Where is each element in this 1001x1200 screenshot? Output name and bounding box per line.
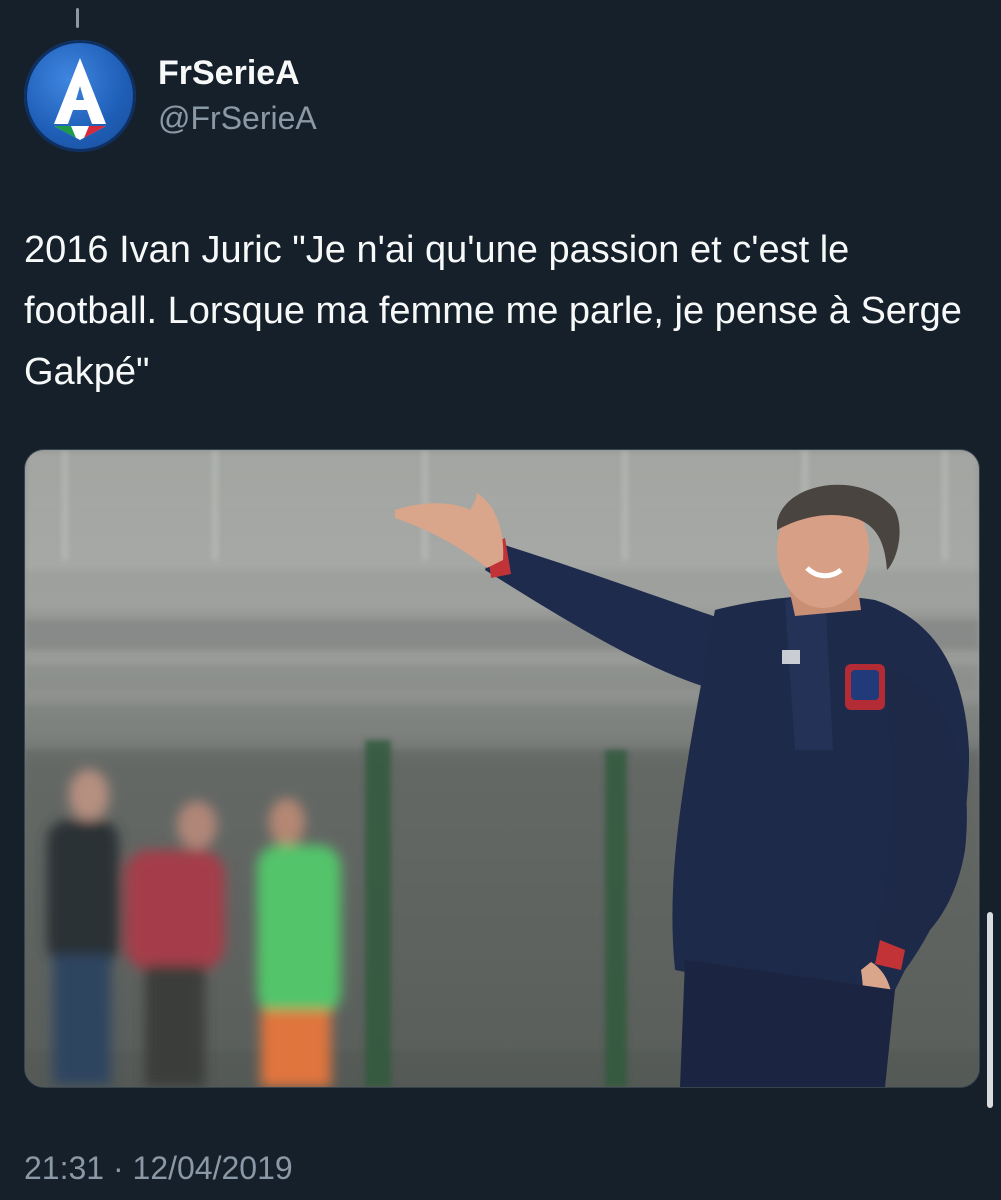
tweet-photo[interactable] — [24, 449, 980, 1088]
tweet-timestamp[interactable]: 21:31 · 12/04/2019 — [24, 1150, 293, 1187]
scroll-indicator-tick — [76, 8, 79, 28]
author-avatar[interactable] — [24, 40, 136, 152]
tweet-time: 21:31 — [24, 1150, 105, 1186]
author-display-name[interactable]: FrSerieA — [158, 54, 300, 93]
tweet-date: 12/04/2019 — [132, 1150, 293, 1186]
tweet-text: 2016 Ivan Juric "Je n'ai qu'une passion … — [24, 229, 962, 393]
timestamp-separator: · — [112, 1150, 124, 1186]
author-handle[interactable]: @FrSerieA — [158, 100, 317, 137]
scrollbar-thumb[interactable] — [987, 912, 993, 1108]
coach-training-photo — [25, 450, 979, 1087]
serie-a-logo-icon — [54, 58, 106, 140]
